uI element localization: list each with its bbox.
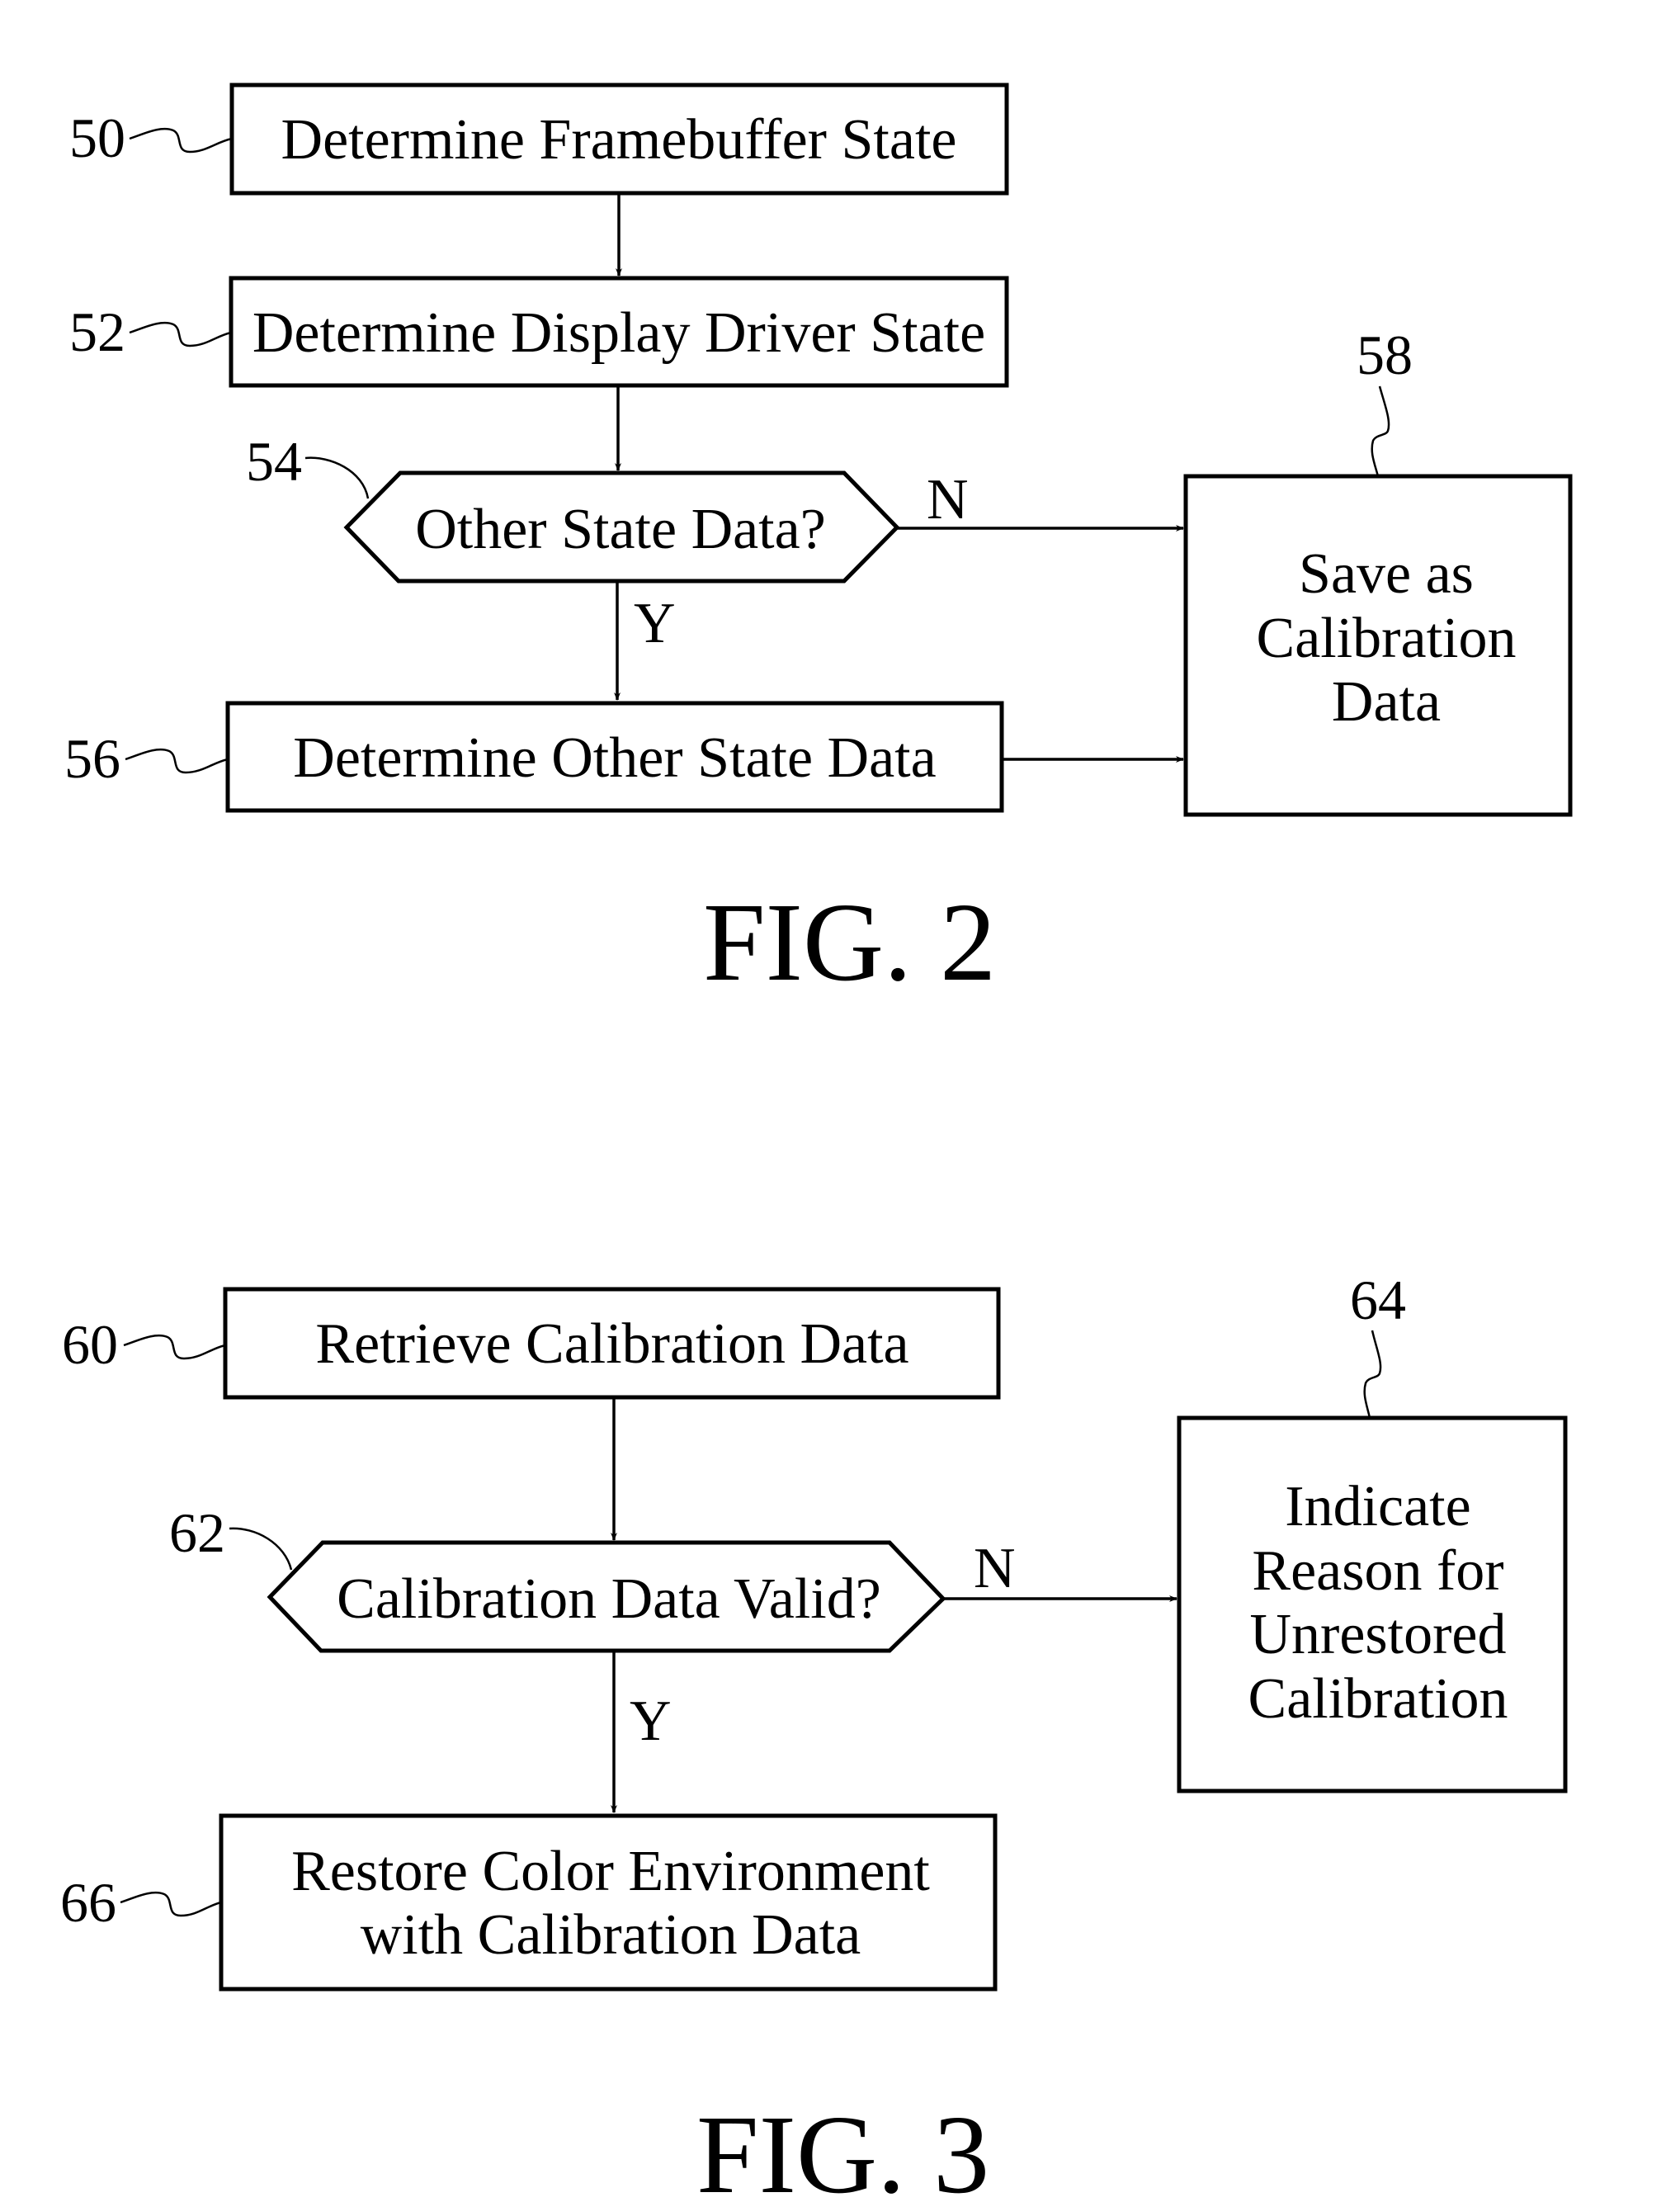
step-label-line-4: Calibration: [1248, 1667, 1508, 1731]
patent-flowcharts: Determine Framebuffer State 50 Determine…: [60, 83, 1573, 2202]
step-64-indicate-reason-unrestored-calibration: Indicate Reason for Unrestored Calibrati…: [1177, 1415, 1568, 1793]
ref-numeral-56: 56: [64, 727, 120, 790]
ref-numeral-64: 64: [1350, 1269, 1406, 1331]
step-label-line-2: with Calibration Data: [361, 1903, 861, 1967]
step-label-line-3: Data: [1332, 670, 1441, 734]
leader-line-62: [229, 1527, 293, 1571]
step-label: Retrieve Calibration Data: [315, 1312, 908, 1376]
step-66-restore-color-environment: Restore Color Environment with Calibrati…: [219, 1813, 998, 1992]
branch-label-no: N: [927, 468, 969, 532]
step-52-determine-display-driver-state: Determine Display Driver State: [229, 276, 1009, 388]
step-label: Determine Display Driver State: [252, 301, 985, 365]
step-50-determine-framebuffer-state: Determine Framebuffer State: [229, 83, 1009, 196]
step-label-line-1: Save as: [1299, 542, 1474, 606]
leader-line-56: [125, 748, 229, 774]
step-label: Determine Framebuffer State: [281, 108, 957, 172]
figure-3: Retrieve Calibration Data 60 Calibration…: [60, 1269, 1568, 2202]
step-label-line-1: Indicate: [1285, 1475, 1470, 1538]
step-62-calibration-data-valid-decision: Calibration Data Valid?: [267, 1540, 946, 1653]
branch-label-yes: Y: [630, 1689, 672, 1753]
leader-line-66: [120, 1891, 222, 1917]
step-label-line-1: Restore Color Environment: [291, 1840, 930, 1903]
step-58-save-as-calibration-data: Save as Calibration Data: [1183, 474, 1573, 817]
leader-line-58: [1371, 385, 1390, 477]
step-label-line-2: Calibration: [1257, 607, 1517, 670]
ref-numeral-58: 58: [1357, 324, 1413, 386]
step-label-line-3: Unrestored: [1249, 1603, 1506, 1666]
leader-line-54: [304, 456, 370, 499]
leader-line-52: [129, 321, 232, 347]
decision-label: Other State Data?: [415, 498, 826, 561]
ref-numeral-54: 54: [246, 430, 302, 493]
branch-label-no: N: [974, 1537, 1016, 1600]
leader-line-64: [1363, 1330, 1382, 1419]
ref-numeral-52: 52: [69, 300, 125, 363]
ref-numeral-60: 60: [62, 1313, 118, 1376]
ref-numeral-66: 66: [60, 1871, 116, 1934]
step-label: Determine Other State Data: [293, 726, 936, 790]
figure-caption: FIG. 2: [703, 881, 996, 1004]
step-56-determine-other-state-data: Determine Other State Data: [225, 701, 1004, 813]
step-60-retrieve-calibration-data: Retrieve Calibration Data: [223, 1287, 1001, 1400]
step-label-line-2: Reason for: [1252, 1539, 1503, 1603]
figure-2: Determine Framebuffer State 50 Determine…: [64, 83, 1573, 1004]
step-54-other-state-data-decision: Other State Data?: [343, 470, 900, 584]
decision-label: Calibration Data Valid?: [337, 1567, 881, 1631]
leader-line-50: [129, 127, 233, 154]
figure-caption: FIG. 3: [696, 2093, 989, 2202]
leader-line-60: [123, 1334, 226, 1360]
ref-numeral-62: 62: [169, 1501, 225, 1564]
ref-numeral-50: 50: [69, 106, 125, 169]
branch-label-yes: Y: [634, 592, 676, 655]
